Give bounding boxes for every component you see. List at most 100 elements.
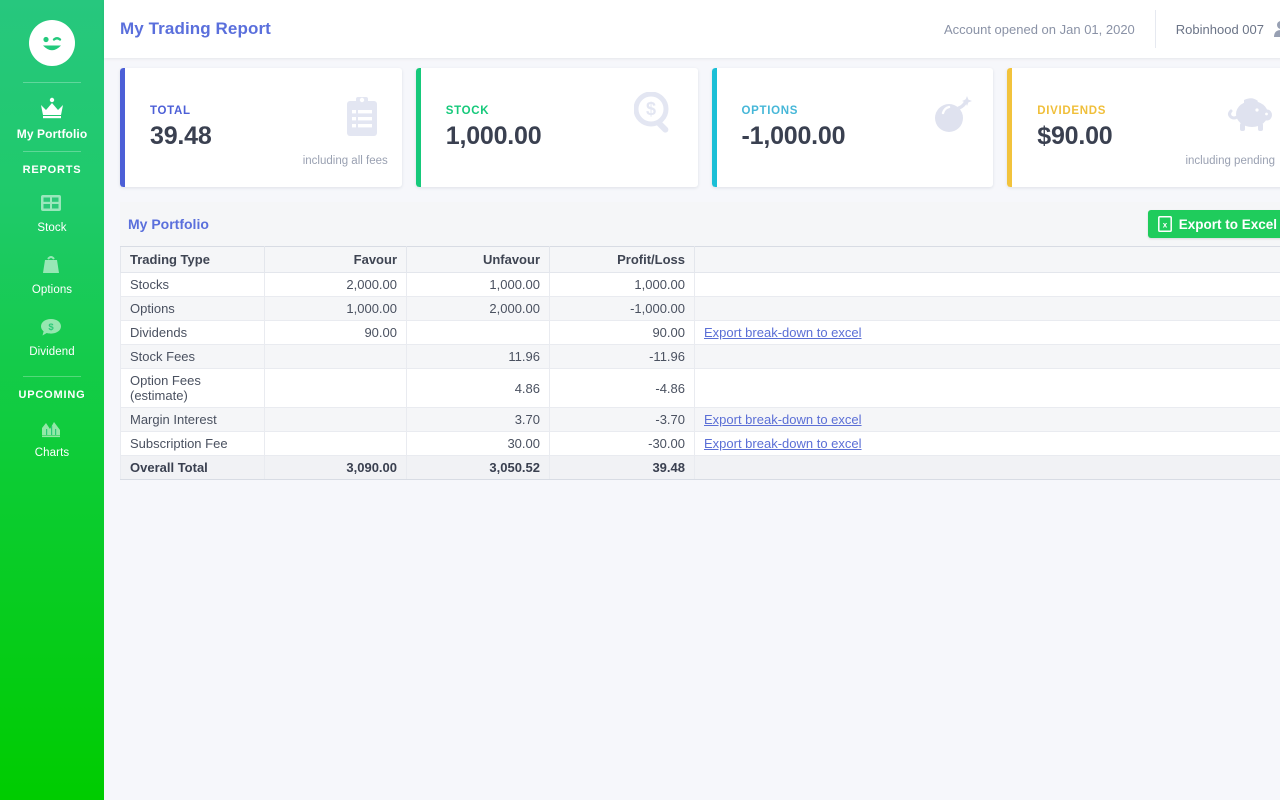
sidebar-item-label: My Portfolio (16, 127, 88, 141)
area-chart-icon (39, 417, 65, 441)
cell-trading-type: Stock Fees (120, 344, 265, 369)
export-breakdown-link[interactable]: Export break-down to excel (704, 436, 862, 451)
cell-profit-loss: -11.96 (549, 344, 695, 369)
main-area: My Trading Report Account opened on Jan … (104, 0, 1280, 800)
cell-unfavour: 3.70 (406, 407, 550, 432)
panel-header: My Portfolio x Export to Excel (120, 202, 1280, 246)
table-row: Stocks 2,000.00 1,000.00 1,000.00 (120, 272, 1280, 297)
table-row: Subscription Fee 30.00 -30.00 Export break-… (120, 431, 1280, 456)
cell-trading-type: Margin Interest (120, 407, 265, 432)
account-opened-text: Account opened on Jan 01, 2020 (943, 21, 1135, 37)
winking-face-logo (29, 20, 75, 66)
cell-unfavour: 11.96 (406, 344, 550, 369)
clipboard-list-icon (344, 96, 380, 138)
cell-profit-loss: 90.00 (549, 320, 695, 345)
col-actions (694, 246, 1280, 273)
cell-profit-loss: -4.86 (549, 368, 695, 408)
sidebar-item-my-portfolio[interactable]: My Portfolio (0, 83, 104, 147)
sidebar-item-label: Dividend (29, 346, 75, 358)
cell-profit-loss: 1,000.00 (549, 272, 695, 297)
cell-actions (694, 344, 1280, 369)
grid-icon (39, 192, 65, 216)
cell-actions: Export break-down to excel (694, 407, 1280, 432)
user-name: Robinhood 007 (1175, 21, 1264, 37)
user-menu[interactable]: Robinhood 007 (1156, 20, 1280, 38)
sidebar-item-stock[interactable]: Stock (0, 178, 104, 240)
cell-profit-loss: -30.00 (549, 431, 695, 456)
cell-unfavour: 3,050.52 (406, 455, 550, 480)
stat-cards: TOTAL 39.48 including all fees STOCK 1,0… (120, 68, 1280, 187)
card-note: including all fees (302, 155, 388, 167)
sidebar-item-label: Options (31, 284, 73, 296)
card-accent-bar (120, 68, 125, 187)
table-row: Dividends 90.00 90.00 Export break-down to … (120, 320, 1280, 345)
stat-card-total: TOTAL 39.48 including all fees (120, 68, 402, 187)
cell-actions (694, 296, 1280, 321)
cell-actions: Export break-down to excel (694, 320, 1280, 345)
logo-container[interactable] (0, 10, 104, 78)
cell-unfavour: 1,000.00 (406, 272, 550, 297)
crown-icon (39, 97, 65, 121)
topbar-right: Account opened on Jan 01, 2020 Robinhood… (944, 0, 1280, 58)
svg-text:x: x (1162, 221, 1167, 230)
cell-actions: Export break-down to excel (694, 431, 1280, 456)
svg-text:$: $ (645, 99, 655, 119)
cell-actions (694, 368, 1280, 408)
sidebar-item-dividend[interactable]: $ Dividend (0, 302, 104, 364)
table-header-row: Trading Type Favour Unfavour Profit/Loss (120, 246, 1280, 273)
bag-icon (39, 254, 65, 278)
export-breakdown-link[interactable]: Export break-down to excel (704, 325, 862, 340)
sidebar-item-options[interactable]: Options (0, 240, 104, 302)
col-trading-type: Trading Type (120, 246, 265, 273)
table-row: Stock Fees 11.96 -11.96 (120, 344, 1280, 369)
winking-face-icon (33, 24, 71, 62)
dollar-bubble-icon: $ (39, 316, 65, 340)
export-breakdown-link[interactable]: Export break-down to excel (704, 412, 862, 427)
cell-favour: 90.00 (264, 320, 407, 345)
table-body: Stocks 2,000.00 1,000.00 1,000.00 Options 1,0… (120, 272, 1280, 480)
sidebar-item-label: Stock (37, 222, 67, 234)
card-note: including pending (1185, 155, 1275, 167)
export-to-excel-button[interactable]: x Export to Excel (1147, 210, 1280, 238)
content: TOTAL 39.48 including all fees STOCK 1,0… (104, 58, 1280, 480)
table-row: Options 1,000.00 2,000.00 -1,000.00 (120, 296, 1280, 321)
cell-profit-loss: -1,000.00 (549, 296, 695, 321)
cell-favour: 3,090.00 (264, 455, 407, 480)
table-total-row: Overall Total 3,090.00 3,050.52 39.48 (120, 455, 1280, 480)
sidebar: My Portfolio REPORTS Stock Options $ Div… (0, 0, 104, 800)
cell-favour: 2,000.00 (264, 272, 407, 297)
cell-unfavour: 30.00 (406, 431, 550, 456)
cell-profit-loss: -3.70 (549, 407, 695, 432)
cell-favour (264, 407, 407, 432)
dollar-magnifier-icon: $ (633, 92, 676, 136)
cell-trading-type: Options (120, 296, 265, 321)
cell-trading-type: Stocks (120, 272, 265, 297)
stat-card-options: OPTIONS -1,000.00 (711, 68, 994, 187)
cell-trading-type: Subscription Fee (120, 431, 265, 456)
cell-actions (694, 455, 1280, 480)
cell-favour (264, 431, 407, 456)
app-root: My Portfolio REPORTS Stock Options $ Div… (0, 0, 1280, 800)
card-accent-bar (1007, 68, 1013, 187)
panel-title: My Portfolio (128, 216, 209, 232)
sidebar-item-label: Charts (34, 447, 70, 459)
export-button-label: Export to Excel (1178, 216, 1277, 232)
stat-card-dividends: DIVIDENDS $90.00 including pending (1007, 68, 1280, 187)
cell-unfavour: 2,000.00 (406, 296, 550, 321)
sidebar-item-charts[interactable]: Charts (0, 403, 104, 465)
table-row: Margin Interest 3.70 -3.70 Export break-dow… (120, 407, 1280, 432)
cell-trading-type: Option Fees (estimate) (120, 368, 265, 408)
stat-card-stock: STOCK 1,000.00 $ (415, 68, 698, 187)
cell-profit-loss: 39.48 (549, 455, 695, 480)
col-favour: Favour (264, 246, 407, 273)
cell-favour: 1,000.00 (264, 296, 407, 321)
user-avatar-icon (1273, 20, 1280, 38)
portfolio-panel: My Portfolio x Export to Excel Trading T… (120, 202, 1280, 480)
excel-file-icon: x (1157, 216, 1172, 232)
cell-unfavour (406, 320, 550, 345)
col-profit-loss: Profit/Loss (549, 246, 695, 273)
card-accent-bar (711, 68, 717, 187)
table-row: Option Fees (estimate) 4.86 -4.86 (120, 368, 1280, 408)
cell-favour (264, 368, 407, 408)
cell-unfavour: 4.86 (406, 368, 550, 408)
